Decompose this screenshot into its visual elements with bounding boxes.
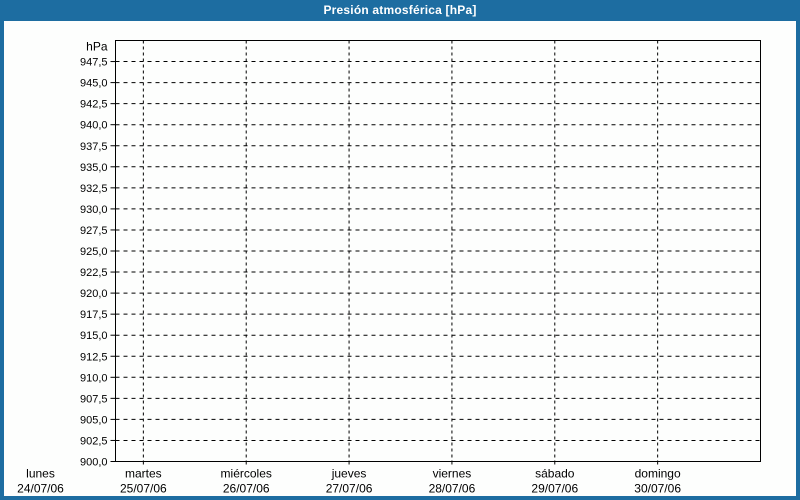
y-tick-label: 930,0 (80, 204, 108, 216)
x-day-label: martes (125, 467, 162, 481)
y-tick-label: 925,0 (80, 246, 108, 258)
x-date-label: 26/07/06 (223, 482, 270, 496)
y-tick-label: 920,0 (80, 288, 108, 300)
y-tick-label: 937,5 (80, 141, 108, 153)
y-tick-label: 932,5 (80, 183, 108, 195)
x-date-label: 24/07/06 (17, 482, 64, 496)
y-tick-label: 907,5 (80, 393, 108, 405)
x-day-label: miércoles (221, 467, 272, 481)
y-tick-label: 922,5 (80, 267, 108, 279)
pressure-chart-window: Presión atmosférica [hPa] 947,5945,0942,… (0, 0, 800, 500)
x-day-label: lunes (26, 467, 55, 481)
x-day-label: viernes (433, 467, 472, 481)
y-tick-label: 917,5 (80, 309, 108, 321)
y-tick-label: 940,0 (80, 120, 108, 132)
y-tick-label: 912,5 (80, 351, 108, 363)
y-tick-label: 947,5 (80, 57, 108, 69)
y-tick-label: 900,0 (80, 457, 108, 469)
y-tick-label: 902,5 (80, 435, 108, 447)
y-tick-label: 935,0 (80, 162, 108, 174)
y-tick-label: 905,0 (80, 414, 108, 426)
x-date-label: 25/07/06 (120, 482, 167, 496)
y-tick-label: 942,5 (80, 99, 108, 111)
pressure-chart-plot: 947,5 945,0 942,5 940,0 937,5 935,0 932,5 930,0… (0, 0, 800, 496)
y-axis-unit-label: hPa (86, 40, 108, 54)
x-date-label: 27/07/06 (326, 482, 373, 496)
y-tick-label: 910,0 (80, 372, 108, 384)
x-date-label: 29/07/06 (531, 482, 578, 496)
x-date-label: 30/07/06 (634, 482, 681, 496)
y-tick-label: 945,0 (80, 78, 108, 90)
x-day-label: sábado (535, 467, 575, 481)
y-tick-label: 915,0 (80, 330, 108, 342)
x-day-label: jueves (331, 467, 367, 481)
x-date-label: 28/07/06 (429, 482, 476, 496)
y-tick-label: 927,5 (80, 225, 108, 237)
x-day-label: domingo (635, 467, 681, 481)
